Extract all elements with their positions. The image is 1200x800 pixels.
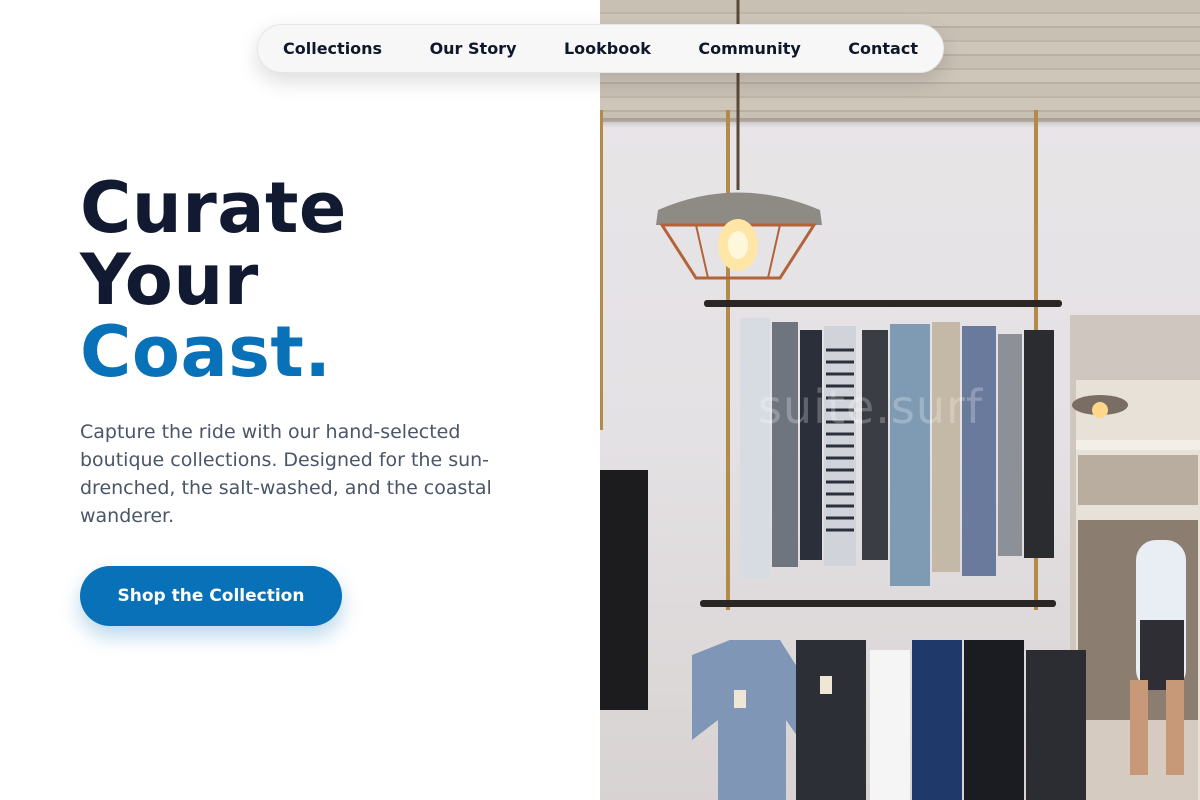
- photo-watermark: suite.surf: [758, 380, 984, 434]
- nav-item-lookbook[interactable]: Lookbook: [564, 39, 651, 58]
- nav-item-community[interactable]: Community: [698, 39, 800, 58]
- nav-item-contact[interactable]: Contact: [848, 39, 918, 58]
- nav-item-our-story[interactable]: Our Story: [430, 39, 517, 58]
- hero-photo: suite.surf: [600, 0, 1200, 800]
- main-nav: Collections Our Story Lookbook Community…: [257, 24, 944, 73]
- nav-item-collections[interactable]: Collections: [283, 39, 382, 58]
- headline-accent: Coast.: [80, 311, 332, 393]
- shop-collection-button[interactable]: Shop the Collection: [80, 566, 342, 626]
- hero-section: Curate Your Coast. Capture the ride with…: [80, 172, 550, 530]
- headline-line-2: Your: [80, 239, 259, 321]
- hero-subtext: Capture the ride with our hand-selected …: [80, 421, 492, 527]
- headline-line-1: Curate: [80, 167, 347, 249]
- hero-headline: Curate Your Coast.: [80, 172, 550, 388]
